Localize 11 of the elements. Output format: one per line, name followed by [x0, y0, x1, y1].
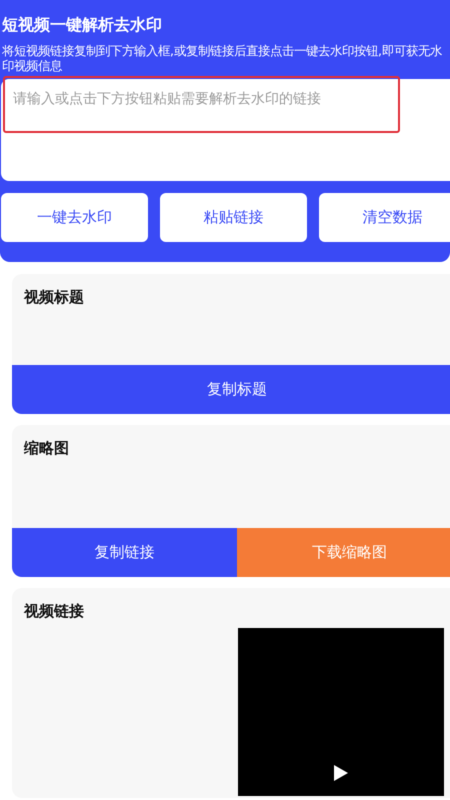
action-button[interactable]: 粘贴链接	[160, 193, 307, 242]
section-button[interactable]: 复制链接	[12, 528, 237, 577]
section-heading: 视频链接	[22, 601, 85, 622]
action-button[interactable]: 一键去水印	[1, 193, 148, 242]
section-button[interactable]: 复制标题	[12, 365, 450, 414]
instruction-text: 将短视频链接复制到下方输入框,或复制链接后直接点击一键去水印按钮,即可获无水印视频信息	[1, 42, 443, 73]
app-title: 短视频一键解析去水印	[1, 14, 163, 36]
action-button[interactable]: 清空数据	[319, 193, 450, 242]
section-heading: 缩略图	[22, 438, 70, 459]
link-input-field[interactable]: 请输入或点击下方按钮粘贴需要解析去水印的链接	[1, 79, 450, 181]
section-heading: 视频标题	[22, 287, 85, 308]
